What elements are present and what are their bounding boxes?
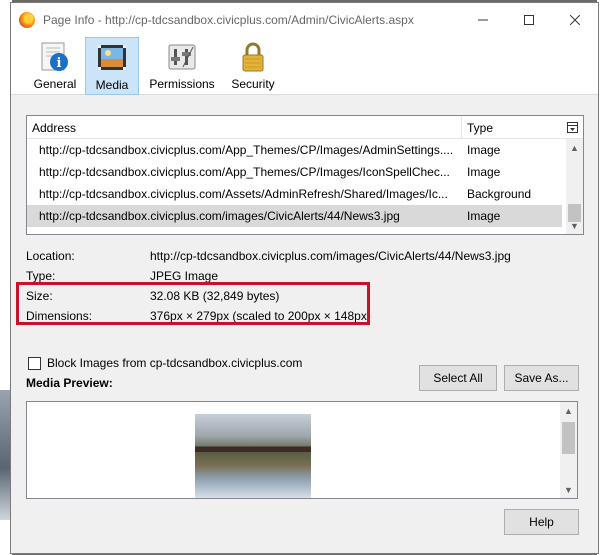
location-value: http://cp-tdcsandbox.civicplus.com/image… bbox=[150, 249, 511, 263]
save-as-button[interactable]: Save As... bbox=[504, 365, 579, 391]
page-info-toolbar: i General Media Permissions Security bbox=[11, 37, 598, 95]
media-preview: ▲ ▼ bbox=[26, 401, 578, 499]
media-row[interactable]: http://cp-tdcsandbox.civicplus.com/App_T… bbox=[27, 161, 562, 183]
title-bar[interactable]: Page Info - http://cp-tdcsandbox.civicpl… bbox=[11, 3, 598, 37]
media-row-type: Image bbox=[467, 143, 501, 157]
tab-general[interactable]: i General bbox=[31, 37, 79, 95]
media-row-address: http://cp-tdcsandbox.civicplus.com/App_T… bbox=[39, 143, 454, 157]
block-images-checkbox[interactable] bbox=[28, 356, 41, 370]
tab-permissions-label: Permissions bbox=[149, 77, 215, 91]
maximize-icon bbox=[524, 15, 534, 25]
scroll-down-icon[interactable]: ▼ bbox=[566, 217, 583, 234]
type-label: Type: bbox=[26, 269, 56, 283]
firefox-icon bbox=[19, 12, 35, 28]
media-list-header: Address Type bbox=[27, 116, 583, 139]
tab-security[interactable]: Security bbox=[225, 37, 281, 95]
scrollbar-thumb[interactable] bbox=[562, 422, 575, 454]
minimize-button[interactable] bbox=[460, 3, 506, 37]
column-header-address[interactable]: Address bbox=[27, 116, 462, 138]
select-all-button[interactable]: Select All bbox=[419, 365, 497, 391]
permissions-icon bbox=[164, 40, 200, 74]
tab-media[interactable]: Media bbox=[85, 37, 139, 95]
close-icon bbox=[570, 15, 580, 25]
preview-image-bridge bbox=[195, 414, 311, 498]
maximize-button[interactable] bbox=[506, 3, 552, 37]
close-button[interactable] bbox=[552, 3, 598, 37]
media-row-address: http://cp-tdcsandbox.civicplus.com/App_T… bbox=[39, 165, 450, 179]
scroll-up-icon[interactable]: ▲ bbox=[566, 139, 583, 156]
annotation-highlight-box bbox=[16, 282, 370, 325]
tab-permissions[interactable]: Permissions bbox=[145, 37, 219, 95]
block-images-label: Block Images from cp-tdcsandbox.civicplu… bbox=[47, 356, 303, 370]
location-label: Location: bbox=[26, 249, 75, 263]
media-list-scrollbar[interactable]: ▲ ▼ bbox=[566, 139, 583, 234]
media-row[interactable]: http://cp-tdcsandbox.civicplus.com/Asset… bbox=[27, 183, 562, 205]
media-row-type: Image bbox=[467, 209, 501, 223]
tab-media-label: Media bbox=[95, 78, 129, 92]
scroll-up-icon[interactable]: ▲ bbox=[560, 402, 577, 419]
info-icon: i bbox=[37, 40, 73, 74]
type-value: JPEG Image bbox=[150, 269, 219, 283]
media-row-address: http://cp-tdcsandbox.civicplus.com/image… bbox=[39, 209, 400, 223]
tab-security-label: Security bbox=[231, 77, 275, 91]
scroll-down-icon[interactable]: ▼ bbox=[560, 481, 577, 498]
help-button[interactable]: Help bbox=[504, 509, 579, 535]
media-row[interactable]: http://cp-tdcsandbox.civicplus.com/App_T… bbox=[27, 139, 562, 161]
media-icon bbox=[94, 41, 130, 75]
preview-scrollbar[interactable]: ▲ ▼ bbox=[560, 402, 577, 498]
media-row-address: http://cp-tdcsandbox.civicplus.com/Asset… bbox=[39, 187, 448, 201]
window-title: Page Info - http://cp-tdcsandbox.civicpl… bbox=[43, 13, 414, 27]
media-list[interactable]: Address Type http://cp-tdcsandbox.civicp… bbox=[26, 115, 584, 235]
column-picker-icon[interactable] bbox=[562, 116, 582, 138]
tab-general-label: General bbox=[33, 77, 77, 91]
media-preview-label: Media Preview: bbox=[26, 376, 113, 390]
lock-icon bbox=[235, 40, 271, 74]
media-row-selected[interactable]: http://cp-tdcsandbox.civicplus.com/image… bbox=[27, 205, 562, 227]
media-row-type: Image bbox=[467, 165, 501, 179]
media-row-type: Background bbox=[467, 187, 532, 201]
page-info-window: Page Info - http://cp-tdcsandbox.civicpl… bbox=[10, 2, 599, 554]
svg-text:i: i bbox=[57, 56, 62, 71]
column-header-type[interactable]: Type bbox=[462, 116, 562, 138]
minimize-icon bbox=[478, 19, 488, 21]
block-images-option[interactable]: Block Images from cp-tdcsandbox.civicplu… bbox=[28, 356, 302, 370]
